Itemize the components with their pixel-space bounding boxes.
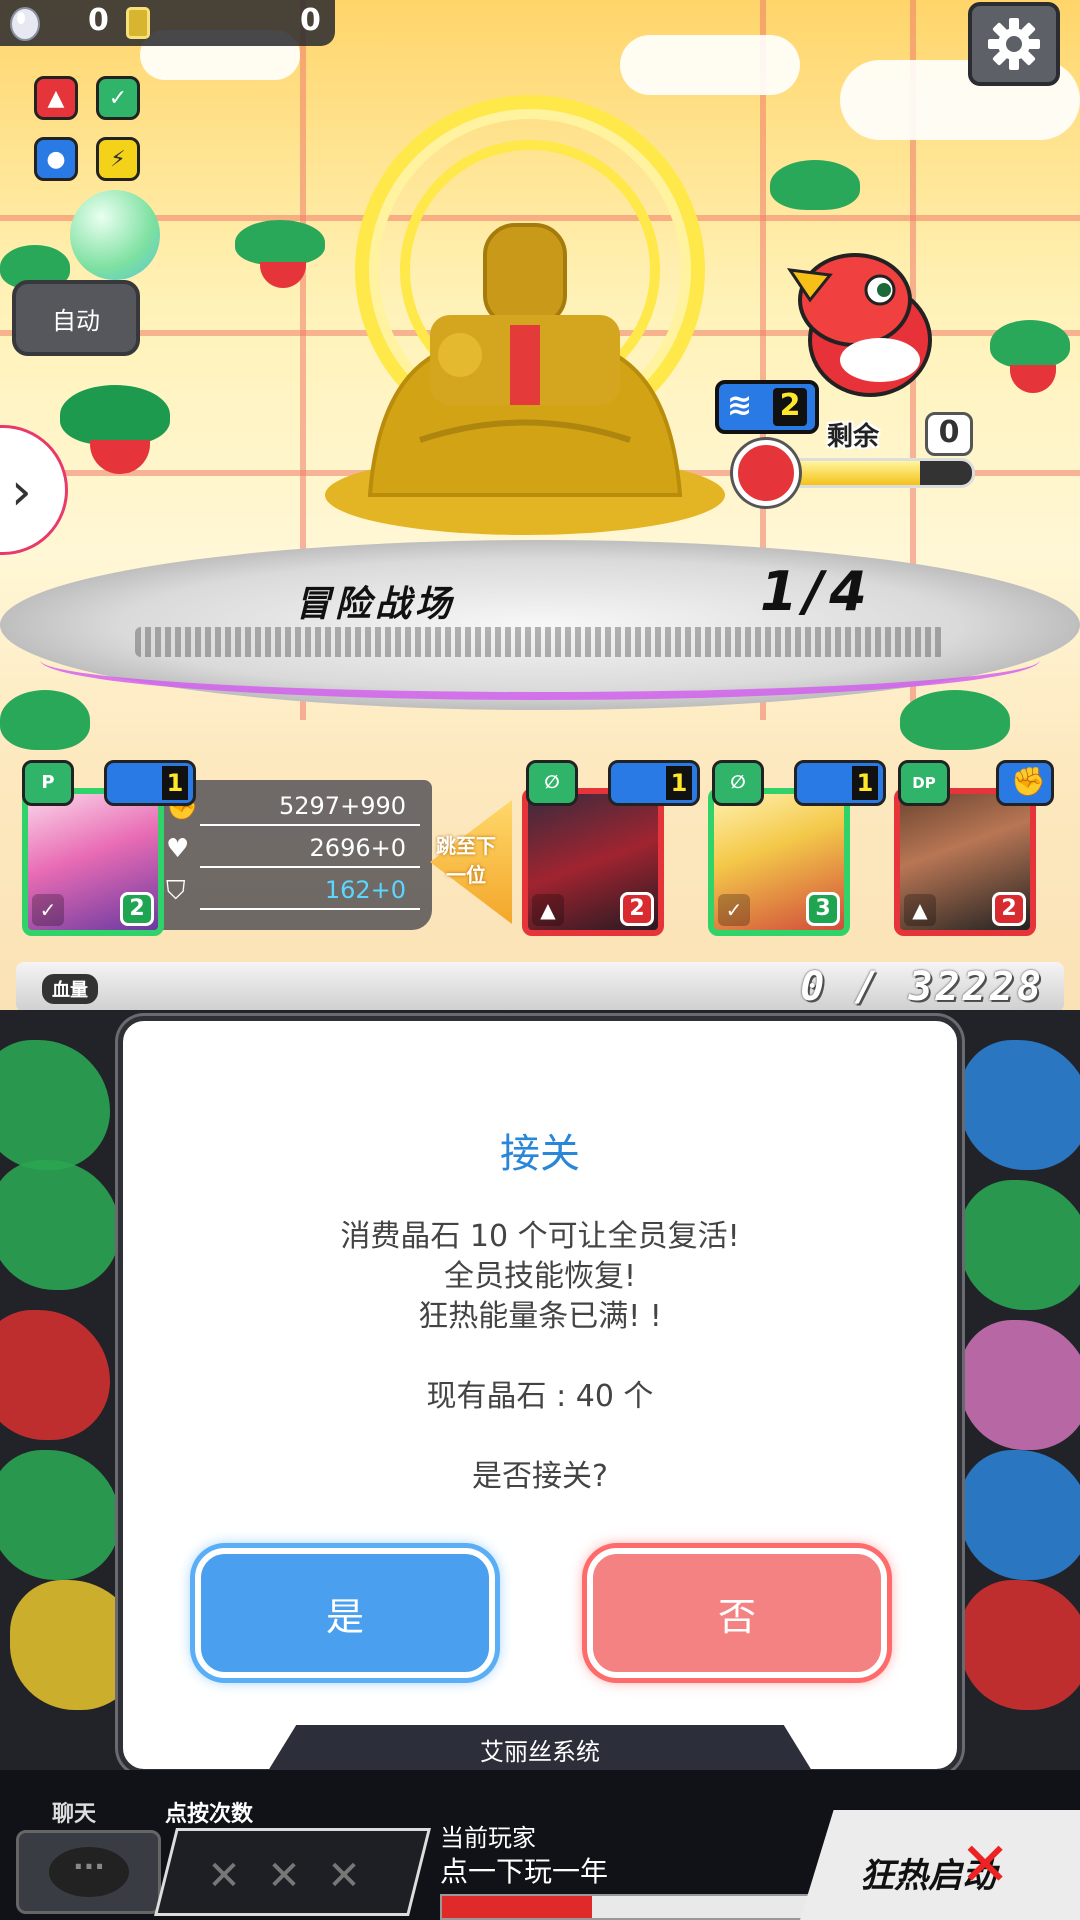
- board-gem: [960, 1320, 1080, 1450]
- currency-bar: 0 0: [0, 0, 335, 46]
- member-1-skill-icon[interactable]: ∅: [526, 760, 578, 806]
- auto-button[interactable]: 自动: [12, 280, 140, 356]
- water-element-icon: ●: [34, 137, 78, 181]
- member-1-level: 2: [620, 892, 654, 926]
- leader-portrait[interactable]: ✓ 2: [22, 788, 164, 936]
- dialog-line-3: 狂热能量条已满! !: [418, 1299, 662, 1334]
- crystal-icon: [10, 7, 40, 41]
- fire-element-icon: ▲: [904, 894, 936, 926]
- hp-label: 血量: [42, 974, 98, 1004]
- shield-outline-icon: ⛉: [166, 876, 186, 906]
- enemy-hp-bar: [795, 458, 975, 488]
- buddha-statue: [325, 223, 725, 535]
- tap-mark-icon: ✕: [327, 1853, 361, 1899]
- wood-element-icon: ✓: [96, 76, 140, 120]
- member-3-level: 2: [992, 892, 1026, 926]
- light-element-icon: ⚡: [96, 137, 140, 181]
- member-2-portrait[interactable]: ✓ 3: [708, 788, 850, 936]
- run-icon: ≋: [727, 388, 753, 423]
- enemy-hp-fill: [798, 461, 920, 485]
- remaining-label: 剩余: [827, 422, 880, 452]
- current-player-name: 点一下玩一年: [440, 1855, 609, 1888]
- defense-value: 162+0: [324, 876, 406, 904]
- board-gem: [960, 1450, 1080, 1580]
- current-player-label: 当前玩家: [440, 1824, 536, 1852]
- fire-element-icon: ▲: [532, 894, 564, 926]
- chat-button[interactable]: ···: [16, 1830, 161, 1914]
- leader-shield-count: 1: [162, 766, 188, 800]
- tap-count-box: ✕ ✕ ✕: [154, 1828, 431, 1916]
- player-progress-fill: [442, 1896, 593, 1918]
- hp-value: 2696+0: [309, 834, 406, 862]
- coin-icon: [126, 7, 150, 39]
- board-gem: [0, 1450, 120, 1580]
- board-gem: [960, 1180, 1080, 1310]
- tap-mark-icon: ✕: [267, 1853, 301, 1899]
- bottom-bar: 聊天 ··· 点按次数 ✕ ✕ ✕ 当前玩家 点一下玩一年 狂热启动 ✕: [0, 1770, 1080, 1920]
- leader-stats-panel: ✊ 5297+990 ♥ 2696+0 ⛉ 162+0: [152, 780, 432, 930]
- team-hp-bar: 血量 0 / 32228: [16, 962, 1064, 1012]
- dialog-title: 接关: [500, 1131, 580, 1177]
- member-2-shield-count: 1: [852, 766, 878, 800]
- wood-element-icon: ✓: [32, 894, 64, 926]
- board-gem: [960, 1040, 1080, 1170]
- yes-button[interactable]: 是: [195, 1548, 495, 1678]
- leader-level: 2: [120, 892, 154, 926]
- remaining-count: 0: [925, 412, 973, 456]
- hp-value-display: 0 / 32228: [800, 964, 1044, 1010]
- gear-icon: [988, 18, 1040, 70]
- member-3-skill-icon[interactable]: DP: [898, 760, 950, 806]
- continue-dialog: 接关 消费晶石 10 个可让全员复活! 全员技能恢复! 狂热能量条已满! ! 现…: [118, 1016, 962, 1779]
- board-gem: [0, 1310, 110, 1440]
- defense-row: ⛉ 162+0: [166, 876, 420, 910]
- settings-button[interactable]: [968, 2, 1060, 86]
- board-gem: [0, 1160, 120, 1290]
- enemy-dragon: [786, 253, 932, 397]
- chevron-right-icon: ›: [11, 462, 32, 522]
- chat-bubble-icon: ···: [49, 1847, 129, 1897]
- dialog-question: 是否接关?: [472, 1459, 608, 1494]
- member-2-level: 3: [806, 892, 840, 926]
- enemy-turn-count: 2: [773, 388, 807, 426]
- member-2-skill-icon[interactable]: ∅: [712, 760, 764, 806]
- enemy-status: ≋ 2 剩余 0: [715, 380, 985, 506]
- attack-value: 5297+990: [279, 792, 406, 820]
- leader-shield-badge: 1: [104, 760, 196, 806]
- scrolling-story-text: [135, 627, 945, 657]
- crystal-balance: 现有晶石 : 40 个: [426, 1379, 654, 1414]
- crystal-count: 0: [88, 3, 109, 38]
- chat-label: 聊天: [52, 1802, 97, 1827]
- hp-row: ♥ 2696+0: [166, 834, 420, 868]
- coin-count: 0: [300, 3, 321, 38]
- board-gem: [0, 1040, 110, 1170]
- stage-title: 冒险战场: [295, 584, 456, 625]
- member-1-shield-count: 1: [666, 766, 692, 800]
- leader-card[interactable]: ✊ 5297+990 ♥ 2696+0 ⛉ 162+0 ✓ 2 P 1: [12, 760, 432, 940]
- stage-progress: 1/4: [760, 560, 873, 623]
- dialog-line-1: 消费晶石 10 个可让全员复活!: [340, 1219, 740, 1254]
- member-2-shield-badge: 1: [794, 760, 886, 806]
- enemy-fire-icon: [733, 440, 799, 506]
- attack-row: ✊ 5297+990: [166, 792, 420, 826]
- enemy-turn-badge: ≋ 2: [715, 380, 819, 434]
- tap-count-label: 点按次数: [165, 1802, 254, 1827]
- no-button[interactable]: 否: [587, 1548, 887, 1678]
- member-1-shield-badge: 1: [608, 760, 700, 806]
- slime-decoration: [70, 190, 160, 280]
- member-1-portrait[interactable]: ▲ 2: [522, 788, 664, 936]
- jump-next-label: 跳至下一位: [436, 834, 496, 887]
- fist-icon: ✊: [1011, 765, 1046, 798]
- leader-skill-icon[interactable]: P: [22, 760, 74, 806]
- fever-disabled-icon: ✕: [960, 1830, 1011, 1900]
- fire-element-icon: ▲: [34, 76, 78, 120]
- tap-mark-icon: ✕: [207, 1853, 241, 1899]
- player-progress-bar: [440, 1894, 820, 1920]
- wood-element-icon: ✓: [718, 894, 750, 926]
- member-3-fist-badge: ✊: [996, 760, 1054, 806]
- member-3-portrait[interactable]: ▲ 2: [894, 788, 1036, 936]
- board-gem: [960, 1580, 1080, 1710]
- heart-icon: ♥: [166, 834, 190, 864]
- dialog-line-2: 全员技能恢复!: [443, 1259, 637, 1294]
